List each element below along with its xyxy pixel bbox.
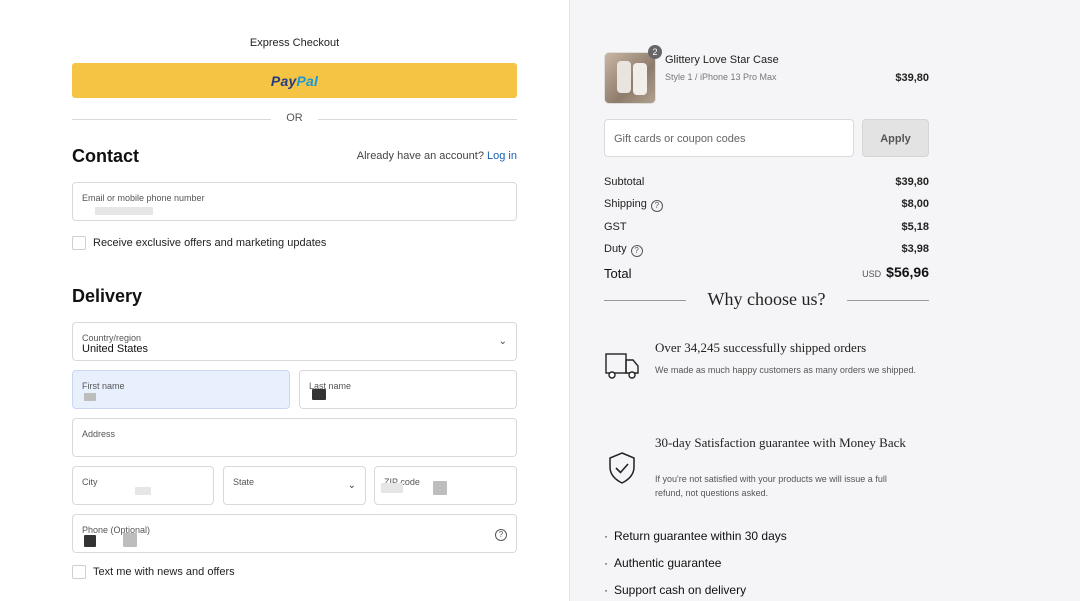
- redacted-value: [135, 487, 151, 495]
- delivery-title: Delivery: [72, 286, 143, 306]
- divider-line-right: [847, 300, 929, 301]
- last-name-field[interactable]: Last name: [299, 370, 517, 409]
- product-name: Glittery Love Star Case: [665, 54, 779, 66]
- product-variant: Style 1 / iPhone 13 Pro Max: [665, 72, 777, 82]
- login-link[interactable]: Log in: [487, 150, 517, 162]
- shipping-label: Shipping: [604, 198, 647, 210]
- redacted-value: [95, 207, 153, 215]
- or-divider: OR: [72, 112, 517, 126]
- checkout-form-panel: Express Checkout Pay Pal OR Contact Alrea…: [0, 0, 569, 601]
- account-prompt: Already have an account? Log in: [357, 150, 517, 162]
- shipping-row: Shipping? $8,00: [604, 198, 929, 212]
- country-select[interactable]: Country/region United States ⌄: [72, 322, 517, 361]
- bullet-dot: ·: [604, 583, 608, 597]
- benefit-bullet: · Support cash on delivery: [604, 583, 746, 597]
- city-label: City: [82, 477, 98, 487]
- total-label: Total: [604, 266, 632, 281]
- state-select[interactable]: State ⌄: [223, 466, 366, 505]
- first-name-label: First name: [82, 381, 125, 391]
- sms-checkbox-label: Text me with news and offers: [93, 566, 235, 578]
- benefit-bullet: · Authentic guarantee: [604, 556, 721, 570]
- country-label: Country/region: [82, 333, 142, 343]
- why-choose-us-header: Why choose us?: [604, 289, 929, 311]
- duty-label: Duty: [604, 243, 627, 255]
- divider-line-right: [318, 119, 517, 120]
- subtotal-row: Subtotal $39,80: [604, 176, 929, 188]
- benefit-text: Return guarantee within 30 days: [614, 529, 787, 543]
- shield-check-icon: [609, 452, 635, 484]
- first-name-field[interactable]: First name: [72, 370, 290, 409]
- feature-title: 30-day Satisfaction guarantee with Money…: [655, 435, 906, 450]
- redacted-value: [84, 393, 96, 401]
- duty-value: $3,98: [901, 243, 929, 255]
- apply-button[interactable]: Apply: [862, 119, 929, 157]
- phone-case-image: [633, 63, 647, 95]
- gst-value: $5,18: [901, 221, 929, 233]
- benefit-text: Support cash on delivery: [614, 583, 747, 597]
- or-text: OR: [286, 112, 303, 124]
- total-value: $56,96: [886, 264, 929, 280]
- contact-title: Contact: [72, 146, 139, 166]
- sms-checkbox[interactable]: [72, 565, 86, 579]
- gst-row: GST $5,18: [604, 221, 929, 233]
- zip-field[interactable]: ZIP code: [374, 466, 517, 505]
- chevron-down-icon: ⌄: [347, 480, 356, 491]
- paypal-logo-part2: Pal: [296, 72, 319, 89]
- city-field[interactable]: City: [72, 466, 214, 505]
- account-prompt-text: Already have an account?: [356, 150, 484, 162]
- country-value: United States: [82, 343, 149, 355]
- redacted-value: [123, 533, 137, 547]
- sms-checkbox-row[interactable]: Text me with news and offers: [72, 565, 235, 579]
- currency-code: USD: [862, 269, 882, 279]
- product-thumbnail: [604, 52, 656, 104]
- benefit-bullet: · Return guarantee within 30 days: [604, 529, 787, 543]
- gst-label: GST: [604, 221, 627, 233]
- help-icon[interactable]: ?: [495, 529, 507, 541]
- feature-description: If you're not satisfied with your produc…: [655, 474, 887, 498]
- order-summary-panel: 2 Glittery Love Star Case Style 1 / iPho…: [569, 0, 1080, 601]
- help-icon[interactable]: ?: [650, 200, 663, 212]
- chevron-down-icon: ⌄: [498, 336, 507, 347]
- paypal-button[interactable]: Pay Pal: [72, 63, 517, 98]
- subtotal-label: Subtotal: [604, 176, 645, 188]
- redacted-value: [381, 483, 403, 493]
- redacted-value: [433, 481, 447, 495]
- email-field-label: Email or mobile phone number: [82, 193, 205, 203]
- redacted-value: [84, 535, 96, 547]
- address-label: Address: [82, 429, 116, 439]
- truck-icon: [605, 353, 639, 379]
- total-row: Total USD $56,96: [604, 264, 929, 281]
- bullet-dot: ·: [604, 529, 608, 543]
- phone-field[interactable]: Phone (Optional) ?: [72, 514, 517, 553]
- quantity-badge: 2: [648, 45, 662, 59]
- product-price: $39,80: [895, 72, 929, 84]
- bullet-dot: ·: [604, 556, 608, 570]
- coupon-input[interactable]: Gift cards or coupon codes: [604, 119, 854, 157]
- express-checkout-title: Express Checkout: [249, 37, 340, 49]
- marketing-checkbox-label: Receive exclusive offers and marketing u…: [93, 237, 327, 249]
- state-label: State: [233, 477, 255, 487]
- benefit-text: Authentic guarantee: [614, 556, 722, 570]
- marketing-checkbox[interactable]: [72, 236, 86, 250]
- phone-case-image: [617, 61, 631, 93]
- address-field[interactable]: Address: [72, 418, 517, 457]
- duty-row: Duty? $3,98: [604, 243, 929, 257]
- total-amount: USD $56,96: [862, 264, 929, 280]
- email-field[interactable]: Email or mobile phone number: [72, 182, 517, 221]
- phone-label: Phone (Optional): [82, 525, 151, 535]
- feature-title: Over 34,245 successfully shipped orders: [655, 340, 867, 355]
- shipping-value: $8,00: [901, 198, 929, 210]
- subtotal-value: $39,80: [895, 176, 929, 188]
- help-icon[interactable]: ?: [630, 245, 643, 257]
- marketing-checkbox-row[interactable]: Receive exclusive offers and marketing u…: [72, 236, 326, 250]
- feature-description: We made as much happy customers as many …: [655, 365, 916, 375]
- redacted-value: [312, 389, 326, 400]
- paypal-logo-part1: Pay: [270, 72, 297, 89]
